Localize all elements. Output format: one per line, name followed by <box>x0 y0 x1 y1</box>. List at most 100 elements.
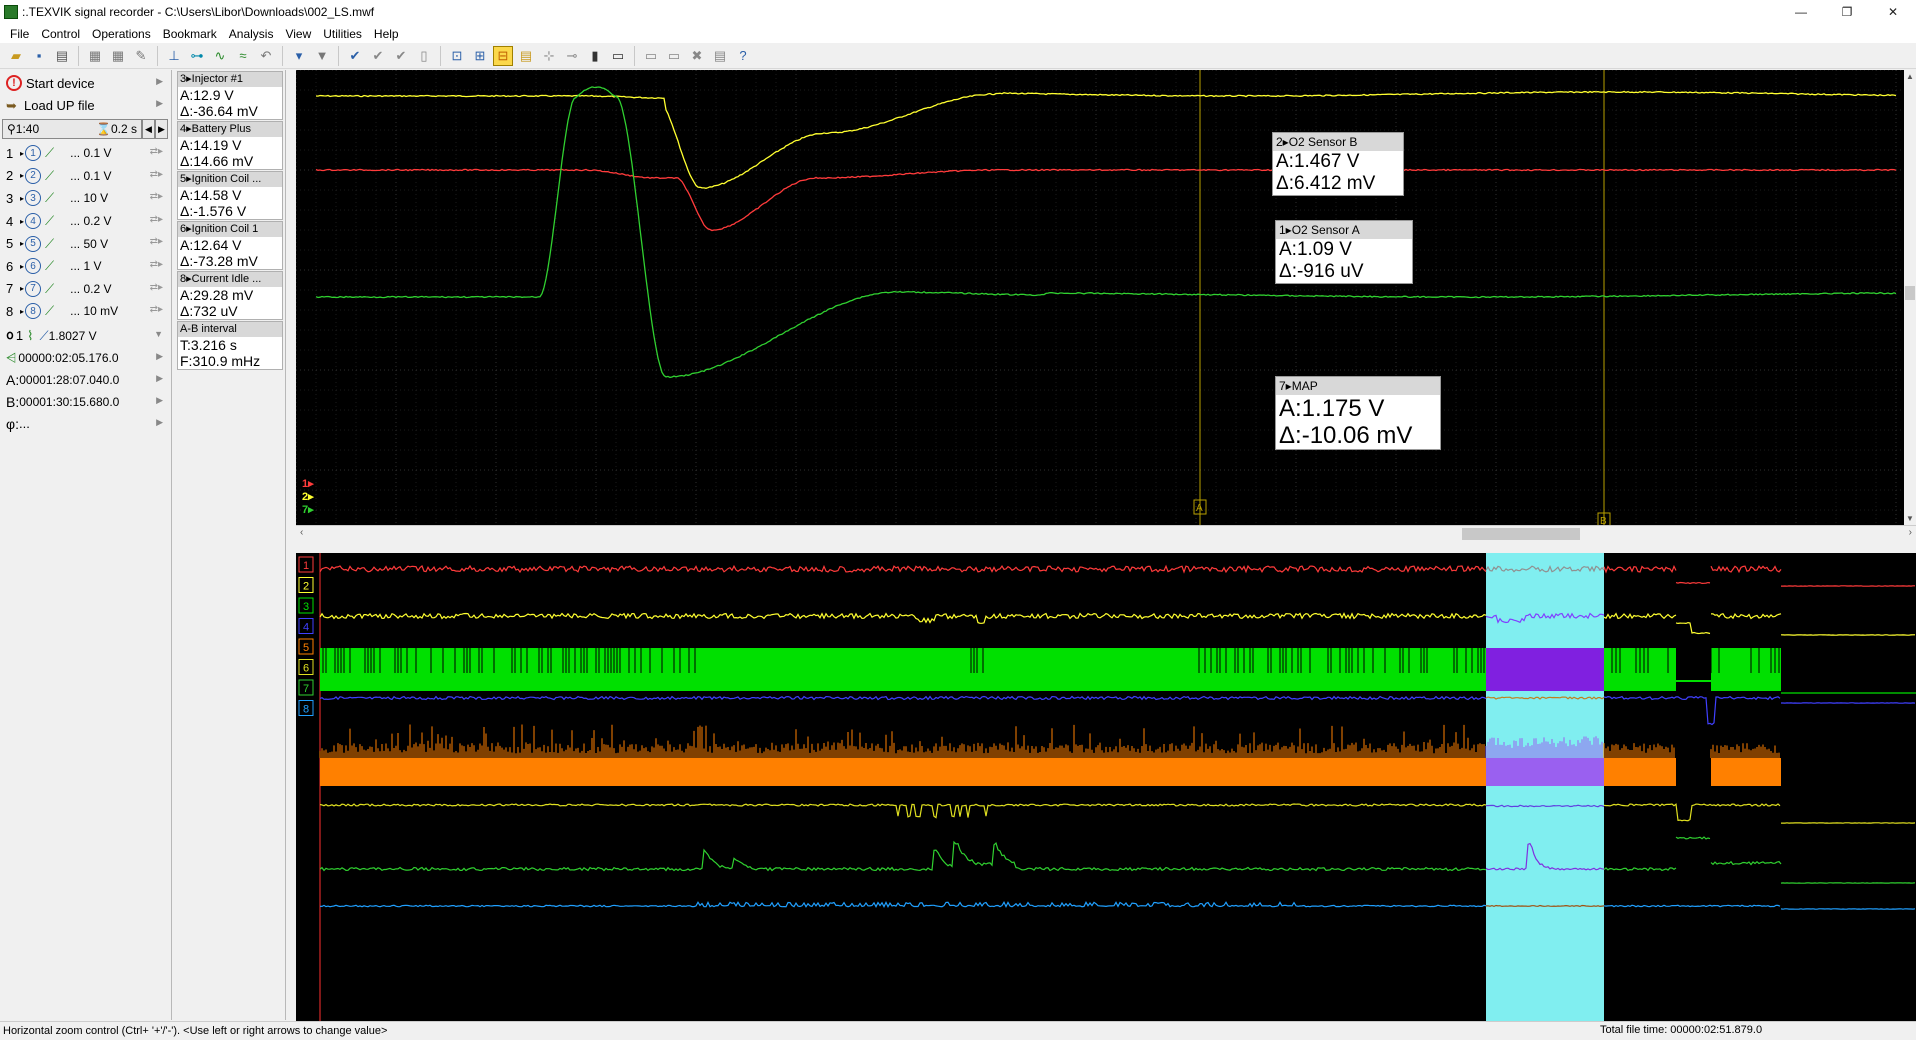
trigger-row[interactable]: ᪀ 1 ⌇ ⟋ 1.8027 V ▼ <box>0 325 171 347</box>
channel-row-5[interactable]: 5 ▸ 5 ⟋... 50 V ⇄▸ <box>0 232 171 255</box>
channel-row-1[interactable]: 1 ▸ 1 ⟋... 0.1 V ⇄▸ <box>0 142 171 165</box>
check-icon[interactable]: ✔ <box>345 46 365 66</box>
upper-scope-canvas[interactable]: A B <box>296 70 1904 525</box>
open-folder-icon[interactable]: ▰ <box>6 46 26 66</box>
channel-settings-icon[interactable]: ⇄▸ <box>150 146 163 157</box>
menu-utilities[interactable]: Utilities <box>317 27 368 41</box>
load-file-button[interactable]: ➥ Load UP file ▶ <box>0 94 171 116</box>
trigger-icon[interactable]: ⊥ <box>164 46 184 66</box>
channel-settings-icon[interactable]: ⇄▸ <box>150 282 163 293</box>
check-all-icon[interactable]: ✔ <box>368 46 388 66</box>
probe-icon: ⟋ <box>45 303 55 319</box>
channel-settings-icon[interactable]: ⇄▸ <box>150 191 163 202</box>
channel-row-3[interactable]: 3 ▸ 3 ⟋... 10 V ⇄▸ <box>0 187 171 210</box>
scroll-thumb[interactable] <box>1462 528 1580 540</box>
channel-row-8[interactable]: 8 ▸ 8 ⟋... 10 mV ⇄▸ <box>0 300 171 323</box>
start-device-button[interactable]: ! Start device ▶ <box>0 72 171 94</box>
phase-row[interactable]: φ: ... ▶ <box>0 413 171 435</box>
print-icon[interactable]: ▤ <box>52 46 72 66</box>
copy-icon[interactable]: ▦ <box>85 46 105 66</box>
delete-icon[interactable]: ✖ <box>687 46 707 66</box>
channel-scale: ... 0.2 V <box>70 214 112 229</box>
overview-channel-label: 8 <box>303 704 309 716</box>
signal-icon[interactable]: ∿ <box>210 46 230 66</box>
measurement-current-idle[interactable]: 8▸Current Idle ... A:29.28 mV Δ:732 uV <box>177 271 283 320</box>
save-icon[interactable]: ▪ <box>29 46 49 66</box>
filter-icon[interactable]: ▼ <box>312 46 332 66</box>
record-icon[interactable]: ▮ <box>585 46 605 66</box>
export-icon[interactable]: ▭ <box>664 46 684 66</box>
scroll-right-icon[interactable]: › <box>1909 527 1912 538</box>
uncheck-icon[interactable]: ✔ <box>391 46 411 66</box>
channel-row-2[interactable]: 2 ▸ 2 ⟋... 0.1 V ⇄▸ <box>0 165 171 188</box>
menu-view[interactable]: View <box>279 27 317 41</box>
menu-control[interactable]: Control <box>35 27 86 41</box>
channel-settings-icon[interactable]: ⇄▸ <box>150 259 163 270</box>
display-mode-icon[interactable]: ▾ <box>289 46 309 66</box>
marker-icon[interactable]: ⊹ <box>539 46 559 66</box>
selected-region[interactable] <box>1486 553 1604 1021</box>
overview-canvas[interactable]: 1 2 3 4 5 6 7 8 <box>296 553 1916 1021</box>
chevron-right-icon: ▶ <box>156 416 163 427</box>
overview-scope-view[interactable]: 1 2 3 4 5 6 7 8 <box>296 553 1916 1021</box>
measurement-ignition-coil[interactable]: 5▸Ignition Coil ... A:14.58 V Δ:-1.576 V <box>177 171 283 220</box>
measurement-injector[interactable]: 3▸Injector #1 A:12.9 V Δ:-36.64 mV <box>177 71 283 120</box>
close-button[interactable]: ✕ <box>1870 0 1916 24</box>
channel-settings-icon[interactable]: ⇄▸ <box>150 236 163 247</box>
scroll-down-icon[interactable]: ▼ <box>1904 514 1916 523</box>
cursor-b-row[interactable]: B: 00001:30:15.680.0 ▶ <box>0 391 171 413</box>
status-text: Horizontal zoom control (Ctrl+ '+'/'-').… <box>3 1025 388 1037</box>
minimize-button[interactable]: — <box>1778 0 1824 24</box>
zoom-fit-icon[interactable]: ⊡ <box>447 46 467 66</box>
upper-vertical-scrollbar[interactable]: ▲ ▼ <box>1904 70 1916 525</box>
channel-row-4[interactable]: 4 ▸ 4 ⟋... 0.2 V ⇄▸ <box>0 210 171 233</box>
menu-operations[interactable]: Operations <box>86 27 157 41</box>
scroll-thumb[interactable] <box>1905 286 1915 300</box>
o2-sensor-a-readout[interactable]: 1▸O2 Sensor A A:1.09 V Δ:-916 uV <box>1275 220 1413 284</box>
horizontal-zoom-control[interactable]: ⚲1:40 ⌛0.2 s ◀ ▶ <box>2 118 171 140</box>
wave-icon[interactable]: ≈ <box>233 46 253 66</box>
step-icon[interactable]: ⊸ <box>562 46 582 66</box>
chevron-right-icon: ▶ <box>156 350 163 361</box>
measurement-battery[interactable]: 4▸Battery Plus A:14.19 V Δ:14.66 mV <box>177 121 283 170</box>
upper-horizontal-scrollbar[interactable]: ‹ › <box>296 525 1916 541</box>
channel-settings-icon[interactable]: ⇄▸ <box>150 304 163 315</box>
menu-analysis[interactable]: Analysis <box>223 27 280 41</box>
settings-icon[interactable]: ▤ <box>710 46 730 66</box>
view-mode-icon[interactable]: ▭ <box>608 46 628 66</box>
pretrigger-row[interactable]: ⩤ 00000:02:05.176.0 ▶ <box>0 347 171 369</box>
probe-icon[interactable]: ⊶ <box>187 46 207 66</box>
zoom-left-button[interactable]: ◀ <box>142 119 155 139</box>
cursor-tool-icon[interactable]: ⊟ <box>493 45 513 66</box>
layout-icon[interactable]: ▤ <box>516 46 536 66</box>
channel-settings-icon[interactable]: ⇄▸ <box>150 169 163 180</box>
menu-file[interactable]: File <box>4 27 35 41</box>
menu-help[interactable]: Help <box>368 27 405 41</box>
channel-row-7[interactable]: 7 ▸ 7 ⟋... 0.2 V ⇄▸ <box>0 278 171 301</box>
channel-number: 4 <box>6 213 14 229</box>
zoom-right-button[interactable]: ▶ <box>155 119 168 139</box>
zoom-region-icon[interactable]: ⊞ <box>470 46 490 66</box>
measurement-ignition-coil-1[interactable]: 6▸Ignition Coil 1 A:12.64 V Δ:-73.28 mV <box>177 221 283 270</box>
page-icon[interactable]: ▯ <box>414 46 434 66</box>
window-icon[interactable]: ▭ <box>641 46 661 66</box>
undo-icon[interactable]: ↶ <box>256 46 276 66</box>
readout-value-a: A:1.467 V <box>1276 151 1360 172</box>
scroll-up-icon[interactable]: ▲ <box>1904 72 1916 81</box>
cursor-a-row[interactable]: A: 00001:28:07.040.0 ▶ <box>0 369 171 391</box>
tools-icon[interactable]: ✎ <box>131 46 151 66</box>
upper-scope-view[interactable]: A B 1▸ 2▸ 7▸ 2▸O2 Sensor B A:1.467 V Δ:6… <box>296 70 1904 525</box>
zoom-box[interactable]: ⚲1:40 ⌛0.2 s <box>2 119 142 139</box>
scroll-left-icon[interactable]: ‹ <box>300 527 303 538</box>
measurement-name: 5▸Ignition Coil ... <box>178 172 282 187</box>
measurement-ab-interval[interactable]: A-B interval T:3.216 s F:310.9 mHz <box>177 321 283 370</box>
restore-button[interactable]: ❐ <box>1824 0 1870 24</box>
menu-bookmark[interactable]: Bookmark <box>157 27 223 41</box>
channel-settings-icon[interactable]: ⇄▸ <box>150 214 163 225</box>
paste-icon[interactable]: ▦ <box>108 46 128 66</box>
readout-name: 2▸O2 Sensor B <box>1273 133 1403 151</box>
help-icon[interactable]: ? <box>733 46 753 66</box>
channel-row-6[interactable]: 6 ▸ 6 ⟋... 1 V ⇄▸ <box>0 255 171 278</box>
map-readout[interactable]: 7▸MAP A:1.175 V Δ:-10.06 mV <box>1275 376 1441 450</box>
o2-sensor-b-readout[interactable]: 2▸O2 Sensor B A:1.467 V Δ:6.412 mV <box>1272 132 1404 196</box>
